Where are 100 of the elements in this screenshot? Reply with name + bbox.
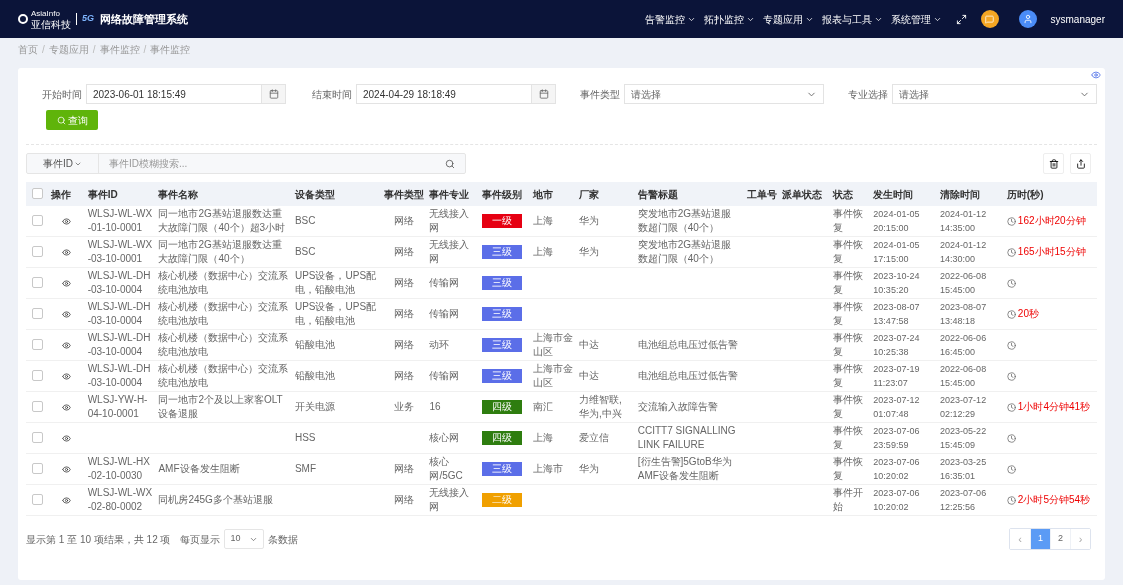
view-icon[interactable]	[61, 465, 71, 475]
duration-text: 2小时5分钟54秒	[1017, 493, 1091, 507]
view-icon[interactable]	[61, 434, 71, 444]
checkbox[interactable]	[31, 339, 43, 350]
column-header: 操作	[48, 182, 85, 206]
avatar[interactable]	[1018, 10, 1037, 28]
table-cell: 力维智联,华为,中兴	[579, 394, 622, 419]
table-cell: 上海市	[532, 463, 563, 474]
clock-icon	[1006, 247, 1016, 257]
checkbox[interactable]	[31, 308, 43, 319]
table-cell: 上海市金山区	[532, 332, 573, 357]
search-icon[interactable]	[445, 158, 455, 169]
table-cell: 核心网/5GC	[429, 456, 463, 481]
level-tag: 四级	[482, 431, 522, 445]
table-cell: 上海市金山区	[532, 363, 573, 388]
column-header: 设备类型	[291, 182, 381, 206]
table-cell: 上海	[532, 432, 553, 443]
nav-menu[interactable]: 拓扑监控	[703, 11, 755, 27]
clock-icon	[1006, 371, 1016, 381]
fullscreen-icon[interactable]	[955, 13, 967, 25]
table-cell: 网络	[393, 246, 414, 257]
clock-icon	[1006, 340, 1016, 350]
checkbox[interactable]	[31, 370, 43, 381]
table-cell: UPS设备，UPS配电，铅酸电池	[294, 301, 377, 326]
table-cell: 无线接入网	[429, 487, 470, 512]
checkbox[interactable]	[31, 277, 43, 288]
table-cell: 同机房245G多个基站退服	[158, 494, 273, 505]
clock-icon	[1006, 402, 1016, 412]
level-tag: 三级	[482, 338, 522, 352]
table-cell: 核心机楼（数据中心）交流系统电池放电	[158, 270, 289, 295]
level-tag: 四级	[482, 400, 522, 414]
view-icon[interactable]	[61, 372, 71, 382]
page-size-select[interactable]: 10	[224, 529, 265, 549]
breadcrumb-separator: /	[42, 42, 45, 57]
date-field[interactable]: 2024-04-29 18:18:49	[356, 84, 556, 104]
table-cell: 无线接入网	[429, 239, 470, 264]
checkbox[interactable]	[31, 432, 43, 443]
clock-icon	[1006, 495, 1016, 505]
checkbox[interactable]	[31, 215, 43, 226]
clock-icon	[1006, 464, 1016, 474]
select-field[interactable]: 请选择	[624, 84, 824, 104]
table-cell: 南汇	[532, 401, 553, 412]
logo-brand: AsiaInfo	[31, 8, 60, 19]
per-page-suffix: 条数据	[268, 532, 299, 547]
table-cell: 无线接入网	[429, 208, 470, 233]
eye-icon[interactable]	[1091, 70, 1101, 80]
checkbox[interactable]	[31, 246, 43, 257]
table-cell: 2024-01-12 14:35:00	[940, 209, 987, 233]
date-field[interactable]: 2023-06-01 18:15:49	[86, 84, 286, 104]
clock-icon	[1006, 216, 1016, 226]
message-button[interactable]	[980, 10, 999, 28]
table-cell: 网络	[393, 370, 414, 381]
checkbox[interactable]	[31, 494, 43, 505]
table-cell: 2023-05-22 15:45:09	[940, 426, 987, 450]
nav-menu[interactable]: 专题应用	[762, 11, 814, 27]
table-cell: 2024-01-12 14:30:00	[940, 240, 987, 264]
checkbox[interactable]	[31, 463, 43, 474]
nav-menu[interactable]: 系统管理	[890, 11, 942, 27]
table-cell: 2023-07-06 12:25:56	[940, 488, 987, 512]
table-cell: WLSJ-WL-WX-03-10-0001	[87, 239, 153, 264]
app-title: 网络故障管理系统	[100, 11, 188, 27]
table-cell: 2024-01-05 17:15:00	[873, 240, 920, 264]
view-icon[interactable]	[61, 248, 71, 258]
level-tag: 一级	[482, 214, 522, 228]
table-cell: CCITT7 SIGNALLING LINK FAILURE	[637, 425, 736, 450]
level-tag: 三级	[482, 462, 522, 476]
table-cell: WLSJ-WL-DH-03-10-0004	[87, 301, 151, 326]
clock-icon	[1006, 433, 1016, 443]
table-cell: 动环	[429, 339, 450, 350]
search-scope-dropdown[interactable]: 事件ID	[27, 154, 99, 173]
field-label: 开始时间	[41, 87, 83, 102]
checkbox[interactable]	[31, 401, 43, 412]
user-menu[interactable]: sysmanager	[1050, 11, 1105, 27]
view-icon[interactable]	[61, 310, 71, 320]
table-cell: SMF	[294, 463, 317, 474]
calendar-icon	[538, 89, 549, 99]
table-cell: 同一地市2个及以上家客OLT设备退服	[158, 394, 283, 419]
select-field[interactable]: 请选择	[892, 84, 1097, 104]
view-icon[interactable]	[61, 279, 71, 289]
table-cell: WLSJ-YW-H-04-10-0001	[87, 394, 148, 419]
column-header: 厂家	[576, 182, 635, 206]
column-header: 告警标题	[634, 182, 744, 206]
table-cell: 2023-07-19 11:23:07	[873, 364, 920, 388]
view-icon[interactable]	[61, 403, 71, 413]
view-icon[interactable]	[61, 217, 71, 227]
checkbox[interactable]	[31, 188, 43, 199]
view-icon[interactable]	[61, 341, 71, 351]
breadcrumb-separator: /	[143, 42, 147, 57]
table-cell: 传输网	[429, 308, 460, 319]
delete-button[interactable]	[1043, 153, 1064, 174]
table-cell: 2023-07-06 10:20:02	[873, 457, 920, 481]
table-cell: [衍生告警]5GtoB华为AMF设备发生阻断	[637, 456, 732, 481]
nav-menu[interactable]: 报表与工具	[821, 11, 883, 27]
search-field[interactable]: 事件ID 事件ID模糊搜索...	[26, 153, 466, 174]
view-icon[interactable]	[61, 496, 71, 506]
nav-menu[interactable]: 告警监控	[644, 11, 696, 27]
table-cell: WLSJ-WL-WX-02-80-0002	[87, 487, 153, 512]
table-cell: 事件恢复	[832, 363, 863, 388]
export-button[interactable]	[1070, 153, 1091, 174]
user-icon	[1022, 14, 1033, 24]
